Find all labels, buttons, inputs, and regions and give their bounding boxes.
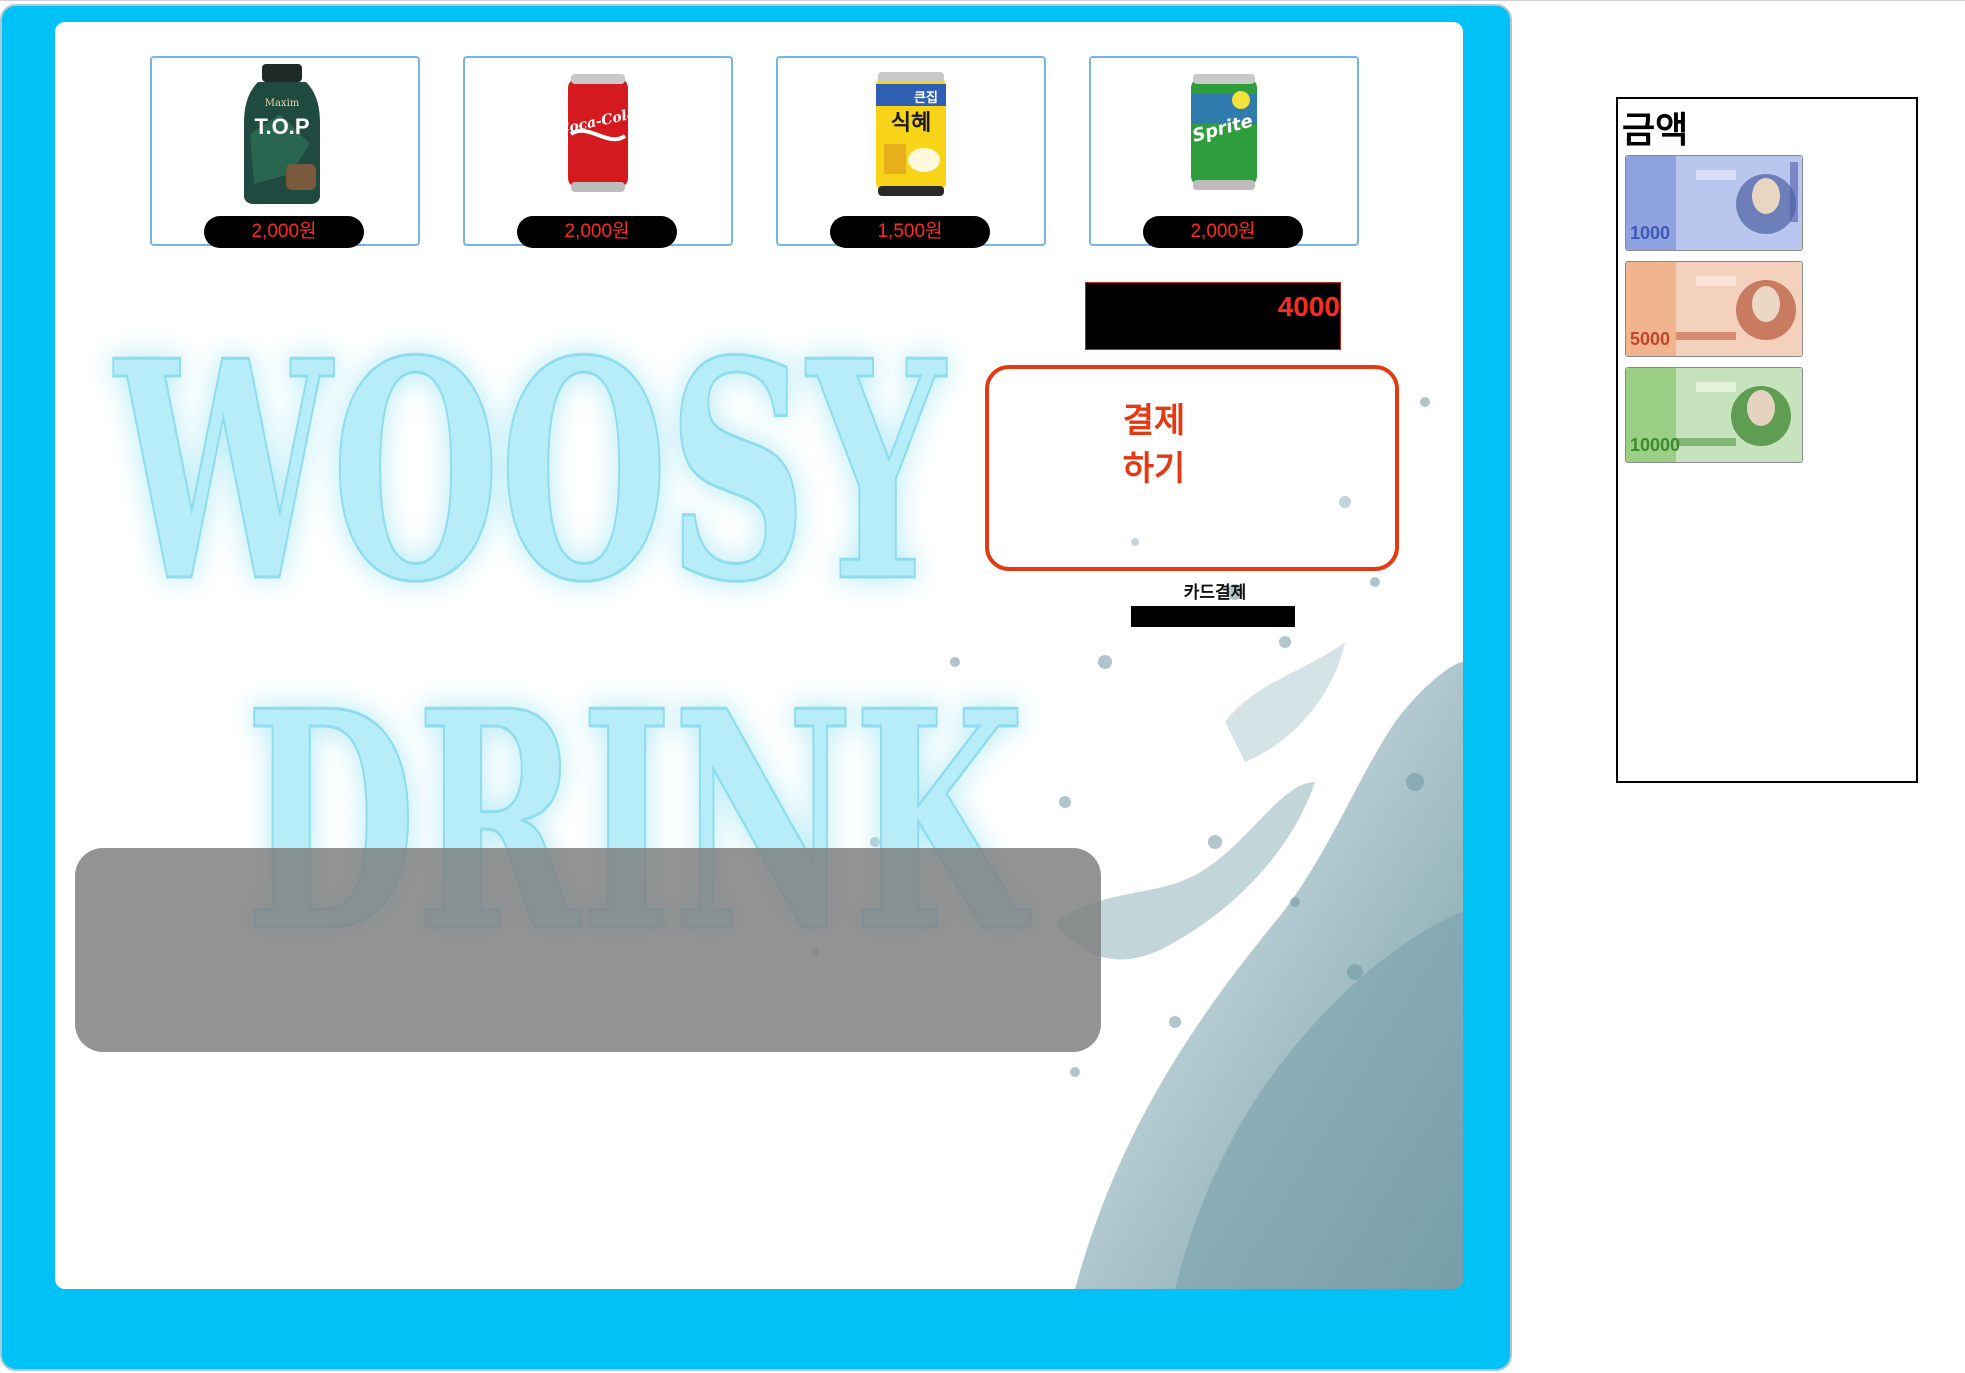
card-payment-label: 카드결제 [1183,583,1247,603]
product-sprite[interactable]: Sprite 2,000원 [1089,56,1359,248]
money-panel-title: 금액 [1622,110,1689,151]
product-top-coffee[interactable]: Maxim T.O.P 2,000원 [150,56,420,248]
card-slot[interactable] [1131,606,1295,627]
product-price: 2,000원 [517,216,677,248]
bill-value: 10000 [1630,435,1681,455]
svg-text:T.O.P: T.O.P [254,114,309,139]
money-panel: 금액 1000 5000 10000 [1616,97,1918,783]
bill-5000-button[interactable]: 5000 [1625,261,1803,357]
machine-panel: WOOSY DRINK Maxim T.O.P 2,000원 Coca-Cola… [55,22,1463,1289]
sikhye-can-icon: 큰집 식혜 [876,72,946,196]
sprite-can-icon: Sprite [1190,74,1257,190]
svg-text:Maxim: Maxim [265,98,300,109]
svg-text:큰집: 큰집 [914,91,938,106]
inserted-amount-display: 4000 [1085,282,1341,350]
dispense-tray[interactable] [75,848,1101,1052]
window-top-border [0,0,1965,1]
bill-10000-button[interactable]: 10000 [1625,367,1803,463]
cola-can-icon: Coca-Cola [557,74,637,192]
svg-text:식혜: 식혜 [891,111,931,136]
bill-value: 1000 [1630,223,1671,243]
bill-value: 5000 [1630,329,1671,349]
product-coca-cola[interactable]: Coca-Cola 2,000원 [463,56,733,248]
bill-1000-button[interactable]: 1000 [1625,155,1803,251]
logo-line1: WOOSY [112,295,949,648]
product-price: 2,000원 [1143,216,1303,248]
coffee-bottle-icon: Maxim T.O.P [244,64,320,204]
product-sikhye[interactable]: 큰집 식혜 1,500원 [776,56,1046,248]
pay-button[interactable]: 결제 하기 [985,365,1399,571]
product-price: 1,500원 [830,216,990,248]
product-price: 2,000원 [204,216,364,248]
pay-button-label-line1: 결제 [1122,401,1186,441]
vending-machine: WOOSY DRINK Maxim T.O.P 2,000원 Coca-Cola… [0,4,1512,1371]
pay-button-label-line2: 하기 [1122,449,1186,489]
